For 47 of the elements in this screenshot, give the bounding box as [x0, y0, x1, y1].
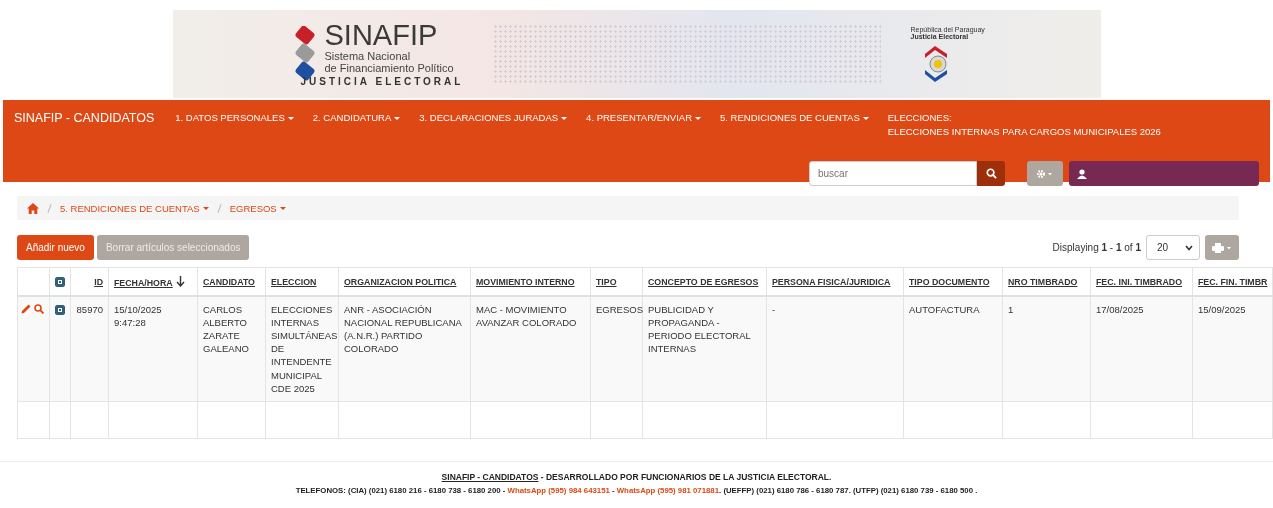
pagination-summary: Displaying 1 - 1 of 1 [1052, 242, 1141, 253]
search-field[interactable]: buscar [809, 161, 977, 186]
breadcrumb-link[interactable]: 5. RENDICIONES DE CUENTAS [60, 202, 209, 214]
logo-org-name: JUSTICIA ELECTORAL [300, 77, 464, 88]
select-all-checkbox[interactable] [55, 276, 65, 287]
settings-button[interactable] [1027, 161, 1063, 186]
nav-menu[interactable]: 3. DECLARACIONES JURADAS [419, 111, 568, 123]
table-cell: ELECCIONES INTERNAS SIMULTÁNEAS DE INTENDENTE MUNICIPAL CDE 2025 [271, 304, 338, 394]
brand-link[interactable]: SINAFIP - CANDIDATOS [14, 111, 155, 125]
table-cell: MAC - MOVIMIENTO AVANZAR COLORADO [476, 304, 577, 329]
column-header[interactable]: TIPO [596, 276, 617, 287]
table-cell: 1 [1008, 304, 1014, 315]
print-button[interactable] [1205, 235, 1239, 260]
table-cell: EGRESOS [596, 304, 643, 315]
election-label: ELECCIONES: [887, 112, 953, 123]
add-new-button[interactable]: Añadir nuevo [17, 235, 94, 260]
logo-title: SINAFIP [324, 20, 439, 50]
search-button[interactable] [977, 161, 1005, 186]
nav-menu[interactable]: 4. PRESENTAR/ENVIAR [586, 111, 702, 123]
table-cell: PUBLICIDAD Y PROPAGANDA - PERIODO ELECTORAL INTERNAS [648, 304, 751, 355]
nav-menu[interactable]: 1. DATOS PERSONALES [175, 111, 294, 123]
table-cell: CARLOS ALBERTO ZARATE GALEANO [203, 304, 249, 355]
nav-menu[interactable]: 5. RENDICIONES DE CUENTAS [720, 111, 869, 123]
table-cell: ANR - ASOCIACIÓN NACIONAL REPUBLICANA (A.N.R.) PARTIDO COLORADO [344, 304, 462, 355]
table-cell: 15/10/2025 9:47:28 [114, 304, 162, 329]
table-cell: AUTOFACTURA [909, 304, 980, 315]
nav-menu[interactable]: 2. CANDIDATURA [312, 111, 401, 123]
logo-subtitle: de Financiamiento Político [324, 62, 455, 75]
logo-subtitle: Sistema Nacional [324, 49, 412, 62]
chevron-icon [1185, 244, 1193, 251]
page-size-select[interactable]: 20 [1146, 235, 1200, 260]
breadcrumb-link[interactable]: EGRESOS [229, 202, 286, 214]
table-cell: 15/09/2025 [1198, 304, 1246, 315]
edit-icon[interactable] [21, 304, 31, 314]
election-name: ELECCIONES INTERNAS PARA CARGOS MUNICIPALES 2026 [887, 126, 1161, 137]
footer-credits: SINAFIP - CANDIDATOS - DESARROLLADO POR FUNCIONARIOS DE LA JUSTICIA ELECTORAL. [440, 471, 833, 482]
row-checkbox[interactable] [55, 305, 65, 316]
user-icon [1077, 168, 1087, 179]
table-cell: 17/08/2025 [1096, 304, 1144, 315]
column-header[interactable]: ID [94, 276, 103, 287]
settings-icon [1036, 168, 1054, 179]
table-cell: 85970 [76, 304, 103, 315]
table-cell: - [772, 304, 776, 315]
search-icon [985, 168, 997, 179]
search-icon[interactable] [33, 304, 44, 314]
sort-arrow-icon[interactable] [175, 275, 185, 287]
home-icon[interactable] [27, 202, 39, 214]
